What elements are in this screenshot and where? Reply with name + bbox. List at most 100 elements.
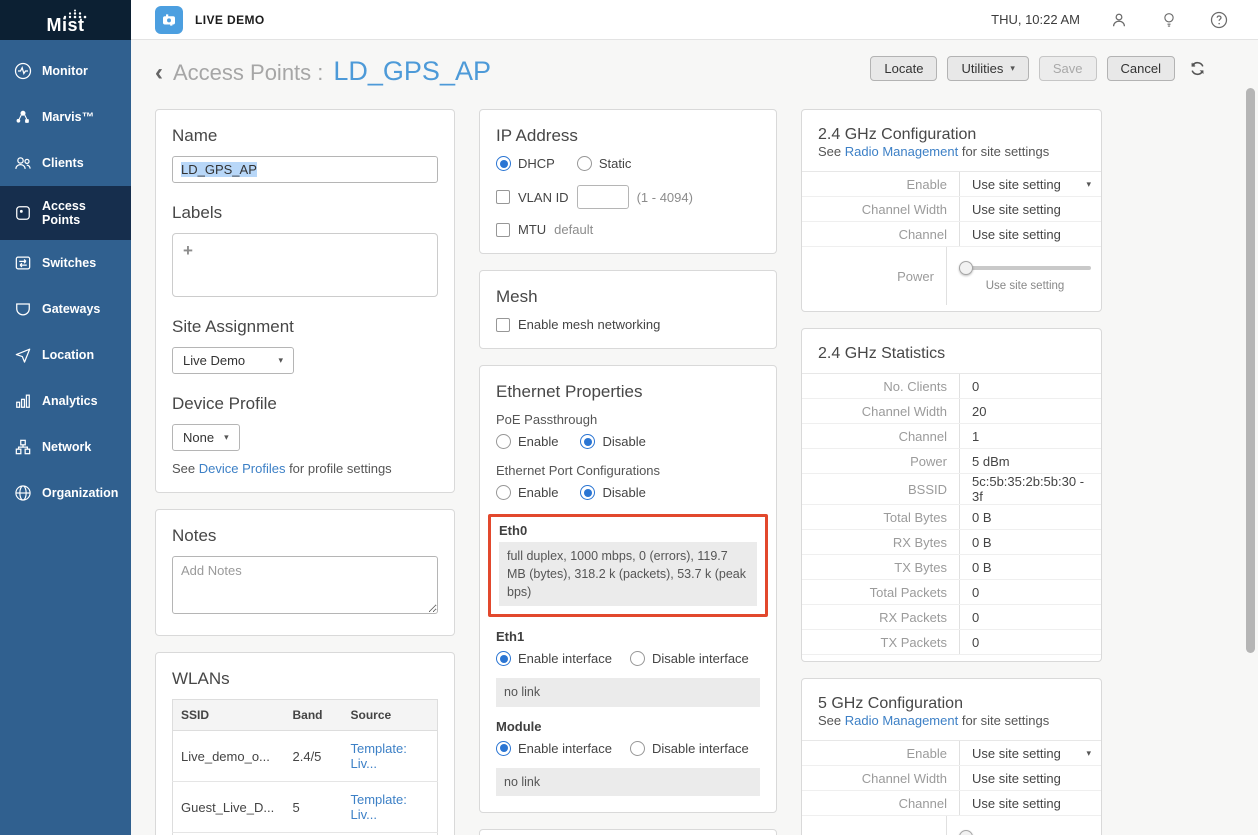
wlan-row: Guest_Live_D... 5 Template: Liv... [173,782,438,833]
config-row-channel: Channel Use site setting [802,791,1101,816]
enable-select[interactable]: Use site setting▾ [960,741,1101,765]
dhcp-radio[interactable]: DHCP [496,156,555,171]
notes-textarea[interactable] [172,556,438,614]
lightbulb-icon[interactable] [1158,9,1180,31]
mesh-checkbox[interactable] [496,318,510,332]
col-band: Band [285,700,343,731]
power-slider[interactable] [959,830,1091,835]
sidebar-item-network[interactable]: Network [0,424,131,470]
radio-checked-icon [496,156,511,171]
channel-select[interactable]: Use site setting [960,222,1101,246]
sidebar-item-location[interactable]: Location [0,332,131,378]
config-5ghz-card: 5 GHz Configuration See Radio Management… [801,678,1102,835]
name-input[interactable]: LD_GPS_AP [172,156,438,183]
radio-management-link[interactable]: Radio Management [845,713,958,728]
page-title: LD_GPS_AP [333,56,491,87]
module-disable-radio[interactable]: Disable interface [630,741,749,756]
sidebar-item-clients[interactable]: Clients [0,140,131,186]
wlan-template-link[interactable]: Template: Liv... [351,792,407,822]
labels-box[interactable]: + [172,233,438,297]
mesh-card: Mesh Enable mesh networking [479,270,777,349]
mesh-heading: Mesh [496,287,760,307]
topbar-main: LIVE DEMO THU, 10:22 AM [131,0,1258,40]
utilities-button[interactable]: Utilities▾ [947,56,1028,81]
breadcrumb[interactable]: Access Points : [173,60,323,86]
config-row-channel: Channel Use site setting [802,222,1101,247]
sidebar-item-marvis[interactable]: Marvis™ [0,94,131,140]
stat-row: TX Bytes0 B [802,555,1101,580]
wlan-template-link[interactable]: Template: Liv... [351,741,407,771]
mtu-checkbox[interactable] [496,223,510,237]
sidebar-item-access-points[interactable]: Access Points [0,186,131,240]
radio-icon [630,741,645,756]
wlans-table: SSID Band Source Live_demo_o... 2.4/5 Te… [172,699,438,835]
save-button[interactable]: Save [1039,56,1097,81]
radio-management-link[interactable]: Radio Management [845,144,958,159]
poe-enable-radio[interactable]: Enable [496,434,558,449]
cancel-button[interactable]: Cancel [1107,56,1175,81]
radio-icon [496,485,511,500]
gateways-icon [13,299,33,319]
channel-select[interactable]: Use site setting [960,791,1101,815]
eth1-disable-radio[interactable]: Disable interface [630,651,749,666]
module-enable-radio[interactable]: Enable interface [496,741,612,756]
power-slider[interactable] [959,261,1091,275]
radio-checked-icon [496,741,511,756]
sidebar-item-monitor[interactable]: Monitor [0,48,131,94]
sidebar-item-switches[interactable]: Switches [0,240,131,286]
portcfg-disable-radio[interactable]: Disable [580,485,645,500]
vlan-input[interactable] [577,185,629,209]
identity-card: Name LD_GPS_AP Labels + Site Assignment … [155,109,455,493]
poe-label: PoE Passthrough [496,412,760,427]
slider-thumb-icon[interactable] [959,830,973,835]
organization-icon [13,483,33,503]
device-profiles-link[interactable]: Device Profiles [199,461,286,476]
locate-button[interactable]: Locate [870,56,937,81]
config-row-enable: Enable Use site setting▾ [802,172,1101,197]
vlan-checkbox[interactable] [496,190,510,204]
sidebar-item-label: Access Points [42,199,125,227]
org-name: LIVE DEMO [195,13,265,27]
profile-note: See Device Profiles for profile settings [172,461,438,476]
name-value: LD_GPS_AP [181,162,257,177]
sidebar: Monitor Marvis™ Clients Access Points Sw… [0,40,131,835]
site-select[interactable]: Live Demo ▾ [172,347,294,374]
sidebar-item-label: Marvis™ [42,110,94,124]
poe-disable-radio[interactable]: Disable [580,434,645,449]
channel-width-select[interactable]: Use site setting [960,766,1101,790]
vertical-scrollbar[interactable] [1246,88,1255,653]
sidebar-item-analytics[interactable]: Analytics [0,378,131,424]
portcfg-enable-radio[interactable]: Enable [496,485,558,500]
sidebar-item-label: Network [42,440,91,454]
config-24ghz-card: 2.4 GHz Configuration See Radio Manageme… [801,109,1102,312]
switches-icon [13,253,33,273]
sidebar-item-organization[interactable]: Organization [0,470,131,516]
config-row-channel-width: Channel Width Use site setting [802,766,1101,791]
sidebar-item-gateways[interactable]: Gateways [0,286,131,332]
radio-icon [577,156,592,171]
col-ssid: SSID [173,700,285,731]
eth1-status: no link [496,678,760,706]
sidebar-item-label: Clients [42,156,84,170]
vlan-hint: (1 - 4094) [637,190,693,205]
sidebar-item-label: Monitor [42,64,88,78]
add-label-icon[interactable]: + [183,241,193,260]
col-source: Source [343,700,438,731]
help-icon[interactable] [1208,9,1230,31]
eth1-enable-radio[interactable]: Enable interface [496,651,612,666]
vlan-label: VLAN ID [518,190,569,205]
channel-width-select[interactable]: Use site setting [960,197,1101,221]
sidebar-item-label: Location [42,348,94,362]
notes-card: Notes [155,509,455,636]
refresh-icon[interactable] [1189,60,1206,77]
user-icon[interactable] [1108,9,1130,31]
content-columns: Name LD_GPS_AP Labels + Site Assignment … [155,109,1258,835]
back-chevron-icon[interactable]: ‹ [155,63,163,83]
module-label: Module [496,719,760,734]
name-heading: Name [172,126,438,146]
labels-heading: Labels [172,203,438,223]
enable-select[interactable]: Use site setting▾ [960,172,1101,196]
slider-thumb-icon[interactable] [959,261,973,275]
static-radio[interactable]: Static [577,156,632,171]
device-profile-select[interactable]: None ▾ [172,424,240,451]
